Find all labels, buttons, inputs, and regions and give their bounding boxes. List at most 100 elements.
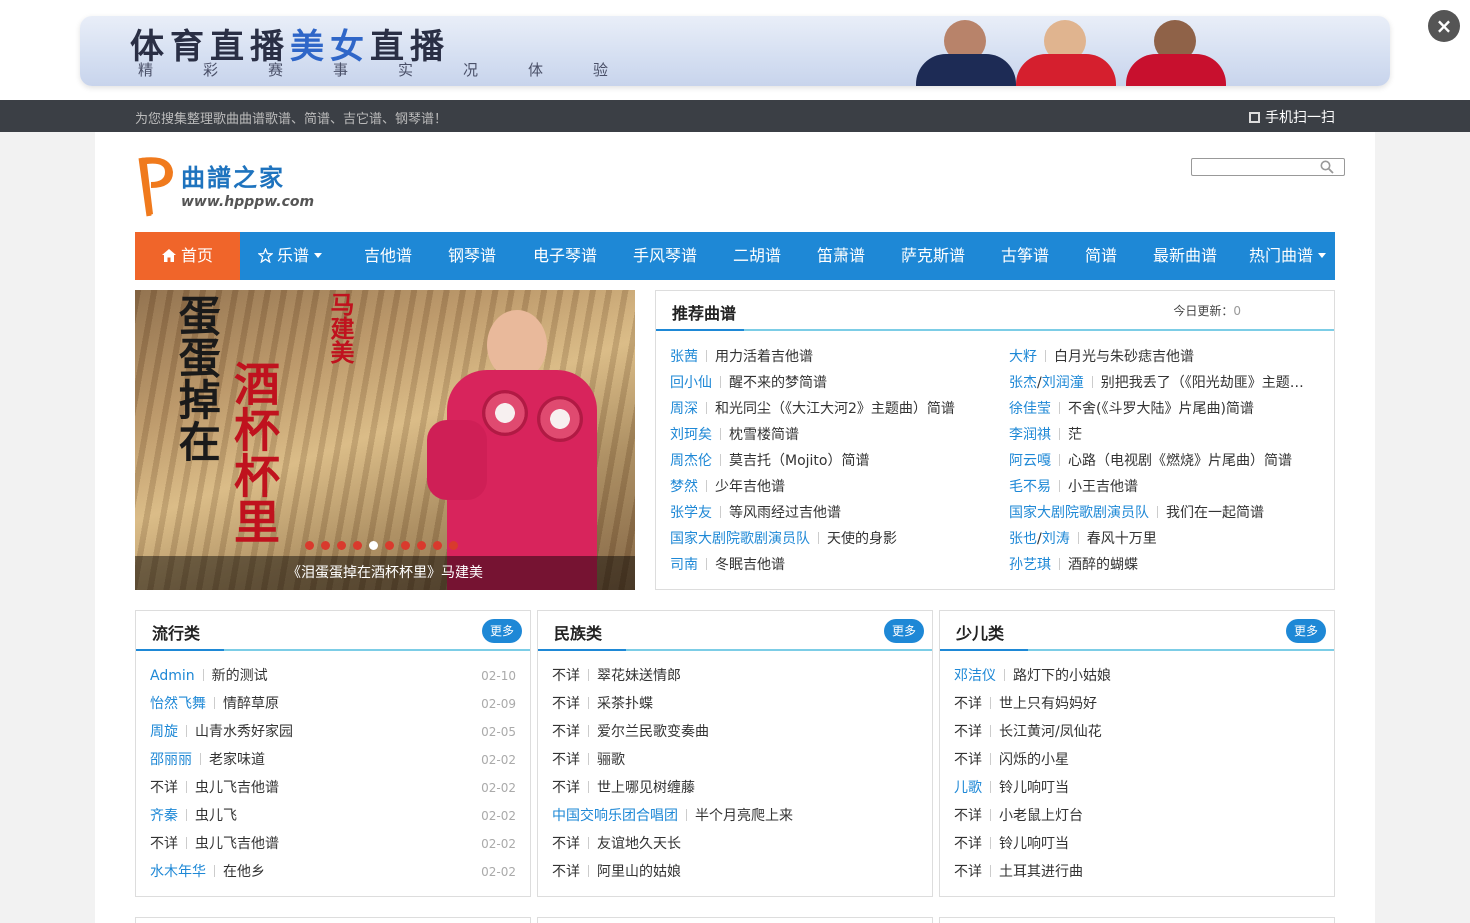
slider-dot[interactable] (353, 541, 362, 550)
song-link[interactable]: 不舍(《斗罗大陆》片尾曲)简谱 (1068, 401, 1254, 417)
nav-item-guzheng[interactable]: 古筝谱 (988, 232, 1062, 280)
artist-link[interactable]: 国家大剧院歌剧演员队 (1009, 505, 1149, 521)
song-link[interactable]: 心路（电视剧《燃烧》片尾曲）简谱 (1068, 453, 1292, 469)
song-link[interactable]: 世上哪见树缠藤 (597, 780, 695, 796)
artist-link[interactable]: 刘珂矣 (670, 427, 712, 443)
search-input[interactable] (1194, 160, 1314, 174)
slider-dot[interactable] (369, 541, 378, 550)
song-link[interactable]: 爱尔兰民歌变奏曲 (597, 724, 709, 740)
close-ad-button[interactable]: × (1428, 10, 1460, 42)
artist-link[interactable]: 阿云嘎 (1009, 453, 1051, 469)
song-link[interactable]: 酒醉的蝴蝶 (1068, 557, 1138, 573)
mobile-scan-link[interactable]: 手机扫一扫 (1249, 107, 1335, 127)
artist-link[interactable]: 儿歌 (954, 780, 982, 796)
artist-link[interactable]: 水木年华 (150, 864, 206, 880)
artist-link[interactable]: 大籽 (1009, 349, 1037, 365)
song-link[interactable]: 和光同尘（《大江大河2》主题曲）简谱 (715, 401, 955, 417)
slider-dot[interactable] (321, 541, 330, 550)
song-link[interactable]: 等风雨经过吉他谱 (729, 505, 841, 521)
artist-link[interactable]: 李润祺 (1009, 427, 1051, 443)
song-link[interactable]: 枕雪楼简谱 (729, 427, 799, 443)
song-link[interactable]: 老家味道 (209, 752, 265, 768)
song-link[interactable]: 闪烁的小星 (999, 752, 1069, 768)
artist-link[interactable]: 徐佳莹 (1009, 401, 1051, 417)
song-link[interactable]: 用力活着吉他谱 (715, 349, 813, 365)
song-link[interactable]: 天使的身影 (827, 531, 897, 547)
artist-link[interactable]: 回小仙 (670, 375, 712, 391)
song-link[interactable]: 茫 (1068, 427, 1082, 443)
slider-dot[interactable] (337, 541, 346, 550)
artist-link[interactable]: 怡然飞舞 (150, 696, 206, 712)
artist-link[interactable]: 齐秦 (150, 808, 178, 824)
song-link[interactable]: 冬眠吉他谱 (715, 557, 785, 573)
song-link[interactable]: 春风十万里 (1087, 531, 1157, 547)
more-button[interactable]: 更多 (1286, 619, 1326, 643)
slider-dot[interactable] (401, 541, 410, 550)
artist-link[interactable]: 张杰 (1009, 375, 1037, 391)
ad-banner[interactable]: 体育直播美女直播 精彩赛事实况体验 (80, 16, 1390, 86)
artist-link[interactable]: 刘涛 (1042, 531, 1070, 547)
site-logo[interactable]: 曲譜之家 www.hpppw.com (135, 154, 325, 218)
nav-item-saxophone[interactable]: 萨克斯谱 (888, 232, 978, 280)
search-icon[interactable] (1320, 160, 1334, 174)
song-link[interactable]: 山青水秀好家园 (195, 724, 293, 740)
song-link[interactable]: 小老鼠上灯台 (999, 808, 1083, 824)
song-link[interactable]: 半个月亮爬上来 (695, 808, 793, 824)
artist-link[interactable]: 司南 (670, 557, 698, 573)
nav-item-keyboard[interactable]: 电子琴谱 (520, 232, 610, 280)
slider-dot[interactable] (449, 541, 458, 550)
artist-link[interactable]: 中国交响乐团合唱团 (552, 808, 678, 824)
song-link[interactable]: 新的测试 (212, 668, 268, 684)
artist-link[interactable]: 毛不易 (1009, 479, 1051, 495)
artist-link[interactable]: 张学友 (670, 505, 712, 521)
song-link[interactable]: 铃儿响叮当 (999, 836, 1069, 852)
song-link[interactable]: 白月光与朱砂痣吉他谱 (1054, 349, 1194, 365)
artist-link[interactable]: 国家大剧院歌剧演员队 (670, 531, 810, 547)
song-link[interactable]: 小王吉他谱 (1068, 479, 1138, 495)
artist-link[interactable]: 刘润潼 (1042, 375, 1084, 391)
song-link[interactable]: 别把我丢了（《阳光劫匪》主题曲）简谱 (1101, 375, 1309, 391)
slider-dot[interactable] (385, 541, 394, 550)
slider-dot[interactable] (305, 541, 314, 550)
featured-slider[interactable]: 蛋蛋掉在 酒杯杯里 马建美 《泪蛋蛋掉在酒杯杯里》马建美 (135, 290, 635, 590)
song-link[interactable]: 虫儿飞 (195, 808, 237, 824)
song-link[interactable]: 少年吉他谱 (715, 479, 785, 495)
slider-dot[interactable] (433, 541, 442, 550)
song-link[interactable]: 醒不来的梦简谱 (729, 375, 827, 391)
song-link[interactable]: 在他乡 (223, 864, 265, 880)
song-link[interactable]: 我们在一起简谱 (1166, 505, 1264, 521)
song-link[interactable]: 虫儿飞吉他谱 (195, 780, 279, 796)
artist-link[interactable]: 张也 (1009, 531, 1037, 547)
song-link[interactable]: 阿里山的姑娘 (597, 864, 681, 880)
song-link[interactable]: 莫吉托（Mojito）简谱 (729, 453, 869, 469)
artist-link[interactable]: 邓洁仪 (954, 668, 996, 684)
song-link[interactable]: 情醉草原 (223, 696, 279, 712)
song-link[interactable]: 铃儿响叮当 (999, 780, 1069, 796)
nav-item-sheet-music[interactable]: 乐谱 (240, 232, 340, 280)
nav-item-guitar[interactable]: 吉他谱 (348, 232, 428, 280)
song-link[interactable]: 虫儿飞吉他谱 (195, 836, 279, 852)
slider-caption[interactable]: 《泪蛋蛋掉在酒杯杯里》马建美 (135, 556, 635, 590)
nav-item-piano[interactable]: 钢琴谱 (432, 232, 512, 280)
song-link[interactable]: 土耳其进行曲 (999, 864, 1083, 880)
nav-item-erhu[interactable]: 二胡谱 (720, 232, 794, 280)
nav-item-accordion[interactable]: 手风琴谱 (620, 232, 710, 280)
nav-item-latest[interactable]: 最新曲谱 (1140, 232, 1230, 280)
song-link[interactable]: 采茶扑蝶 (597, 696, 653, 712)
song-link[interactable]: 翠花妹送情郎 (597, 668, 681, 684)
song-link[interactable]: 长江黄河/凤仙花 (999, 724, 1102, 740)
more-button[interactable]: 更多 (482, 619, 522, 643)
artist-link[interactable]: 周深 (670, 401, 698, 417)
more-button[interactable]: 更多 (884, 619, 924, 643)
artist-link[interactable]: 邵丽丽 (150, 752, 192, 768)
slider-dot[interactable] (417, 541, 426, 550)
nav-item-popular[interactable]: 热门曲谱 (1240, 232, 1335, 280)
artist-link[interactable]: Admin (150, 668, 195, 684)
song-link[interactable]: 路灯下的小姑娘 (1013, 668, 1111, 684)
song-link[interactable]: 骊歌 (597, 752, 625, 768)
artist-link[interactable]: 张茜 (670, 349, 698, 365)
artist-link[interactable]: 周杰伦 (670, 453, 712, 469)
artist-link[interactable]: 周旋 (150, 724, 178, 740)
song-link[interactable]: 世上只有妈妈好 (999, 696, 1097, 712)
nav-item-numbered[interactable]: 简谱 (1072, 232, 1130, 280)
